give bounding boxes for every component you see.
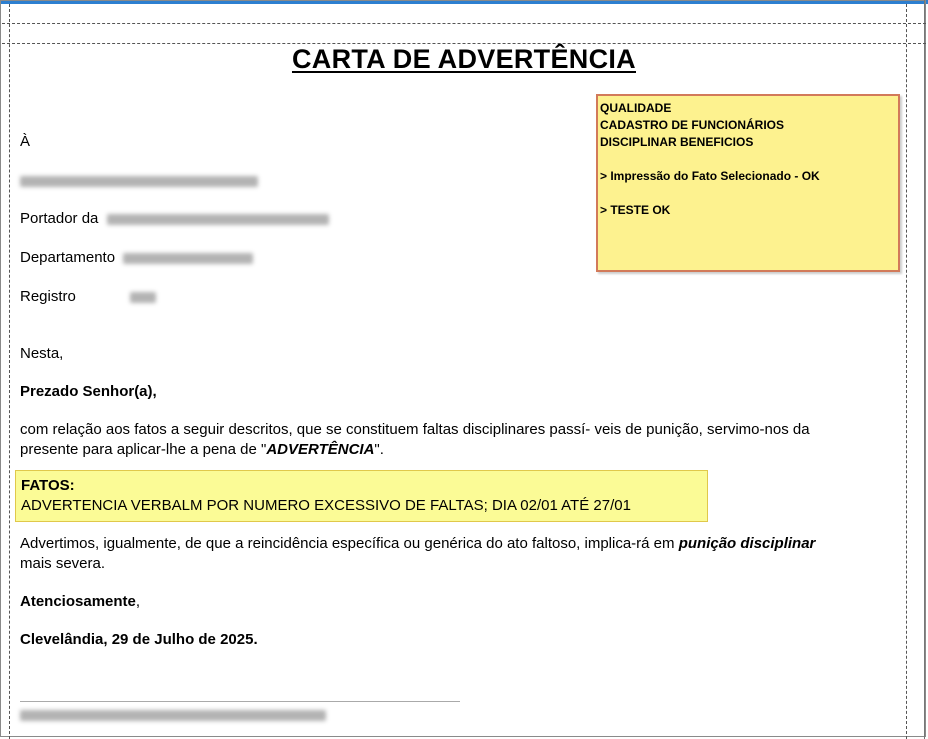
fatos-text: ADVERTENCIA VERBALM POR NUMERO EXCESSIVO… [21, 497, 631, 514]
portador-label: Portador da [20, 210, 99, 227]
document-title: CARTA DE ADVERTÊNCIA [291, 44, 636, 74]
warning-paragraph: Advertimos, igualmente, de que a reincid… [20, 534, 850, 574]
note-line-1: QUALIDADE [600, 101, 672, 115]
closing-line: Atenciosamente, [20, 593, 140, 610]
warning-emphasis: punição disciplinar [678, 535, 816, 552]
registro-label: Registro [20, 288, 76, 305]
place-date: Clevelândia, 29 de Julho de 2025. [20, 631, 258, 648]
closing-text: Atenciosamente [20, 593, 136, 610]
signature-line [20, 701, 460, 702]
right-edge-line [924, 0, 925, 739]
company-name-redacted [20, 706, 326, 723]
addressee-prefix: À [20, 133, 31, 150]
sticky-note[interactable]: QUALIDADE CADASTRO DE FUNCIONÁRIOS DISCI… [596, 94, 900, 272]
employee-name-redacted [20, 172, 258, 189]
registro-line: Registro [20, 288, 157, 305]
body-text-3: ". [374, 441, 384, 458]
redacted-name [20, 175, 258, 187]
redacted-department [123, 252, 254, 264]
margin-guide-left [9, 4, 10, 739]
body-paragraph: com relação aos fatos a seguir descritos… [20, 420, 860, 460]
warning-text-1: Advertimos, igualmente, de que a reincid… [20, 535, 679, 552]
margin-guide-right [906, 4, 907, 739]
body-emphasis: ADVERTÊNCIA [266, 441, 375, 458]
departamento-line: Departamento [20, 249, 254, 266]
note-line-3: DISCIPLINAR BENEFICIOS [600, 135, 754, 149]
redacted-registro [130, 291, 157, 303]
salutation: Prezado Senhor(a), [20, 383, 157, 400]
note-line-2: CADASTRO DE FUNCIONÁRIOS [600, 118, 785, 132]
margin-guide-top-1 [2, 23, 926, 24]
note-line-4: > Impressão do Fato Selecionado - OK [600, 169, 820, 183]
departamento-label: Departamento [20, 249, 116, 266]
portador-line: Portador da [20, 210, 329, 227]
redacted-ctps [106, 213, 329, 225]
note-line-5: > TESTE OK [600, 203, 671, 217]
fatos-box: FATOS: ADVERTENCIA VERBALM POR NUMERO EX… [15, 470, 708, 522]
redacted-company [20, 709, 326, 721]
fatos-label: FATOS: [21, 477, 75, 494]
nesta-text: Nesta, [20, 345, 64, 362]
body-text-1: com relação aos fatos a seguir descritos… [20, 421, 810, 458]
closing-comma: , [135, 593, 141, 610]
warning-text-3: mais severa. [20, 555, 106, 572]
